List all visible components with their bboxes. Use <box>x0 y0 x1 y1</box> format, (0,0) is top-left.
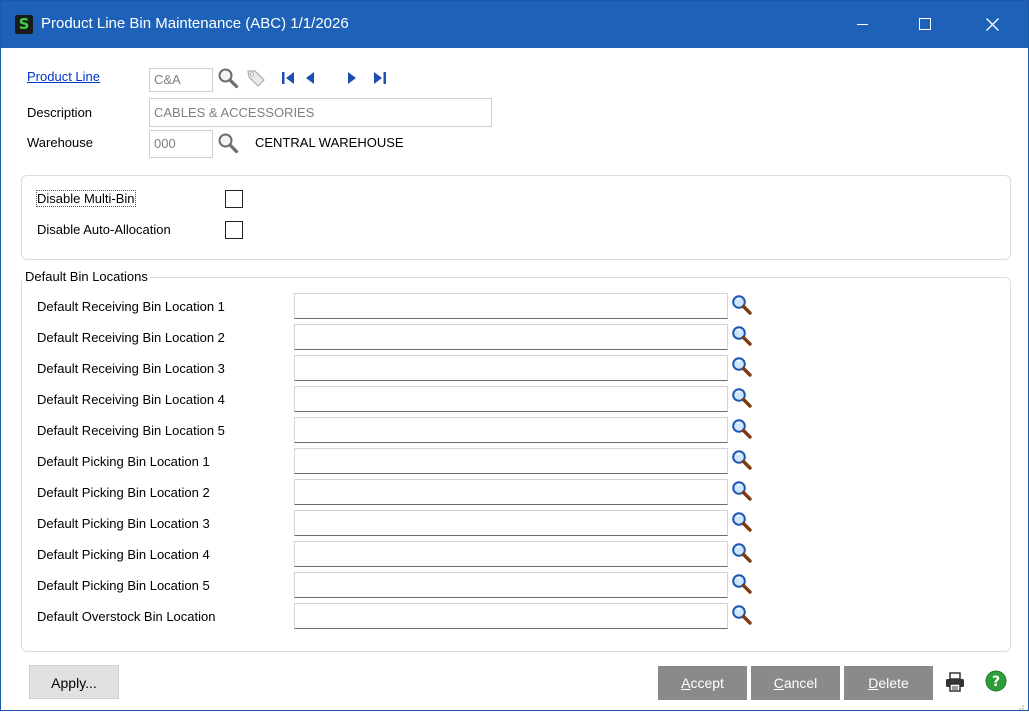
accept-label-text: ccept <box>690 675 724 691</box>
disable-auto-allocation-checkbox[interactable] <box>225 221 243 239</box>
bin-lookup-search-icon[interactable] <box>731 325 753 347</box>
minimize-button[interactable] <box>839 1 885 48</box>
title-bar[interactable]: S Product Line Bin Maintenance (ABC) 1/1… <box>1 1 1028 48</box>
bin-lookup-search-icon[interactable] <box>731 449 753 471</box>
previous-record-icon[interactable] <box>301 69 323 91</box>
apply-label-text: Apply <box>51 675 86 691</box>
description-field[interactable]: CABLES & ACCESSORIES <box>149 98 492 127</box>
next-record-icon[interactable] <box>343 69 365 91</box>
bin-location-input[interactable] <box>294 355 728 381</box>
cancel-label-text: ancel <box>783 675 818 691</box>
warehouse-label: Warehouse <box>27 135 93 150</box>
printer-icon[interactable] <box>944 671 966 693</box>
description-label: Description <box>27 105 93 120</box>
delete-label-text: elete <box>878 675 909 691</box>
bin-location-input[interactable] <box>294 603 728 629</box>
bin-lookup-search-icon[interactable] <box>731 511 753 533</box>
bin-location-label: Default Picking Bin Location 3 <box>37 516 210 531</box>
window-title: Product Line Bin Maintenance (ABC) 1/1/2… <box>41 15 349 32</box>
bin-lookup-search-icon[interactable] <box>731 356 753 378</box>
bin-location-label: Default Picking Bin Location 2 <box>37 485 210 500</box>
close-icon <box>986 18 999 31</box>
bin-lookup-search-icon[interactable] <box>731 418 753 440</box>
disable-auto-allocation-label: Disable Auto-Allocation <box>37 222 171 237</box>
bin-location-label: Default Receiving Bin Location 3 <box>37 361 225 376</box>
search-icon[interactable] <box>217 67 239 89</box>
help-icon[interactable]: ? <box>985 670 1007 692</box>
default-bin-locations-title: Default Bin Locations <box>23 269 150 284</box>
apply-button[interactable]: Apply... <box>29 665 119 699</box>
bin-location-label: Default Picking Bin Location 1 <box>37 454 210 469</box>
app-logo-letter: S <box>18 15 30 33</box>
bin-location-input[interactable] <box>294 479 728 505</box>
bin-lookup-search-icon[interactable] <box>731 604 753 626</box>
bin-location-input[interactable] <box>294 386 728 412</box>
bin-location-input[interactable] <box>294 293 728 319</box>
warehouse-field[interactable]: 000 <box>149 130 213 158</box>
delete-button[interactable]: Delete <box>844 666 933 700</box>
bin-lookup-search-icon[interactable] <box>731 480 753 502</box>
bin-location-input[interactable] <box>294 572 728 598</box>
bin-location-label: Default Receiving Bin Location 5 <box>37 423 225 438</box>
bin-location-label: Default Overstock Bin Location <box>37 609 216 624</box>
bin-location-label: Default Receiving Bin Location 2 <box>37 330 225 345</box>
bin-location-label: Default Picking Bin Location 5 <box>37 578 210 593</box>
bin-location-label: Default Receiving Bin Location 4 <box>37 392 225 407</box>
product-line-link[interactable]: Product Line <box>27 69 100 84</box>
close-button[interactable] <box>969 1 1015 48</box>
bin-location-label: Default Picking Bin Location 4 <box>37 547 210 562</box>
bin-location-input[interactable] <box>294 324 728 350</box>
product-line-field[interactable]: C&A <box>149 68 213 92</box>
warehouse-name: CENTRAL WAREHOUSE <box>255 135 404 150</box>
tag-icon[interactable] <box>245 67 267 89</box>
disable-multi-bin-checkbox[interactable] <box>225 190 243 208</box>
bin-location-input[interactable] <box>294 541 728 567</box>
bin-location-input[interactable] <box>294 417 728 443</box>
delete-hotkey: D <box>868 675 879 691</box>
bin-lookup-search-icon[interactable] <box>731 542 753 564</box>
bin-location-label: Default Receiving Bin Location 1 <box>37 299 225 314</box>
bin-location-input[interactable] <box>294 510 728 536</box>
options-group <box>21 175 1011 260</box>
apply-label-suffix: ... <box>85 675 97 691</box>
first-record-icon[interactable] <box>279 69 301 91</box>
bin-location-input[interactable] <box>294 448 728 474</box>
svg-text:?: ? <box>992 674 1000 690</box>
bin-lookup-search-icon[interactable] <box>731 294 753 316</box>
app-window: S Product Line Bin Maintenance (ABC) 1/1… <box>0 0 1029 711</box>
maximize-button[interactable] <box>901 1 947 48</box>
resize-grip[interactable] <box>1016 698 1024 710</box>
accept-button[interactable]: Accept <box>658 666 747 700</box>
bin-lookup-search-icon[interactable] <box>731 573 753 595</box>
app-logo-icon: S <box>15 15 33 34</box>
disable-multi-bin-label[interactable]: Disable Multi-Bin <box>36 190 136 207</box>
last-record-icon[interactable] <box>371 69 393 91</box>
warehouse-search-icon[interactable] <box>217 132 239 154</box>
bin-lookup-search-icon[interactable] <box>731 387 753 409</box>
cancel-hotkey: C <box>773 675 784 691</box>
cancel-button[interactable]: Cancel <box>751 666 840 700</box>
